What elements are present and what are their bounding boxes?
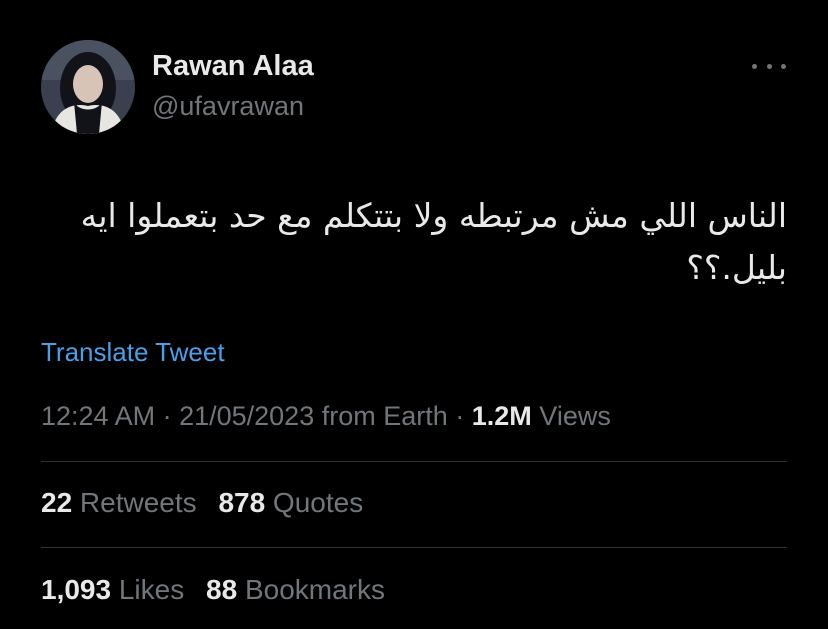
likes-stat[interactable]: 1,093 Likes [41, 574, 184, 605]
translate-tweet-link[interactable]: Translate Tweet [41, 336, 225, 368]
tweet-meta: 12:24 AM · 21/05/2023 from Earth · 1.2M … [41, 400, 611, 432]
avatar-photo-icon [41, 40, 135, 134]
tweet-text-line: الناس اللي مش مرتبطه ولا بتتكلم مع حد بت… [80, 196, 787, 235]
tweet-text-line: بليل.؟؟ [686, 248, 787, 287]
stats-row: 22 Retweets 878 Quotes [41, 486, 377, 520]
bookmarks-stat[interactable]: 88 Bookmarks [206, 574, 385, 605]
retweets-stat[interactable]: 22 Retweets [41, 487, 197, 518]
meta-separator: · [447, 401, 472, 431]
bookmarks-label: Bookmarks [237, 574, 385, 605]
tweet-text: الناس اللي مش مرتبطه ولا بتتكلم مع حد بت… [27, 190, 787, 294]
dot-icon [752, 63, 757, 69]
author-name[interactable]: Rawan Alaa [152, 49, 314, 83]
tweet-detail: Rawan Alaa @ufavrawan الناس اللي مش مرتب… [0, 0, 828, 629]
bookmarks-count: 88 [206, 574, 238, 605]
divider [41, 547, 787, 548]
views-label: Views [531, 401, 611, 431]
likes-count: 1,093 [41, 574, 112, 605]
tweet-date[interactable]: 21/05/2023 [179, 401, 314, 431]
divider [41, 461, 787, 462]
retweets-count: 22 [41, 487, 73, 518]
quotes-stat[interactable]: 878 Quotes [218, 487, 363, 518]
quotes-count: 878 [218, 487, 266, 518]
avatar[interactable] [41, 40, 135, 134]
dot-icon [766, 63, 772, 69]
meta-separator: · [155, 401, 180, 431]
dot-icon [781, 63, 786, 69]
quotes-label: Quotes [265, 487, 364, 518]
retweets-label: Retweets [72, 487, 197, 518]
stats-row: 1,093 Likes 88 Bookmarks [41, 573, 399, 607]
author-handle[interactable]: @ufavrawan [152, 90, 304, 122]
tweet-source: from Earth [314, 401, 448, 431]
likes-label: Likes [111, 574, 185, 605]
more-options-icon[interactable] [752, 58, 786, 74]
views-count: 1.2M [471, 401, 532, 431]
tweet-time[interactable]: 12:24 AM [41, 401, 155, 431]
